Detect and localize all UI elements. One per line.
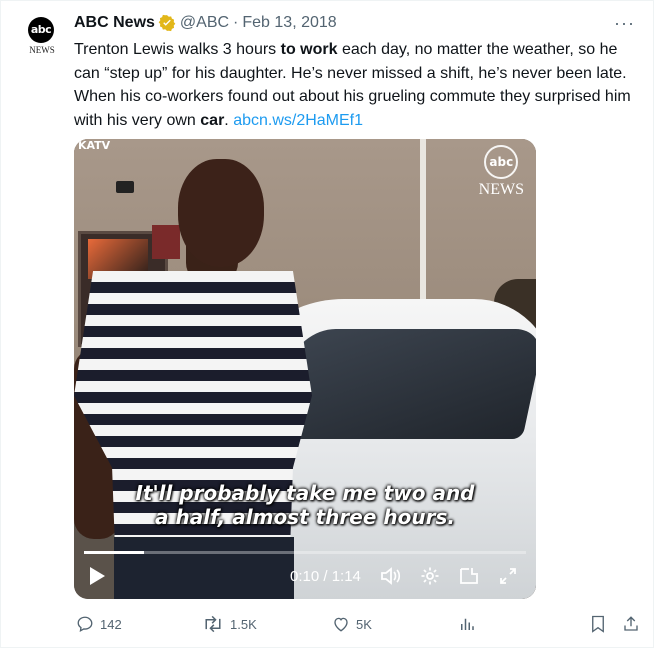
caption-line: It'll probably take me two and (135, 481, 475, 505)
tweet-text: Trenton Lewis walks 3 hours to work each… (74, 38, 634, 132)
abc-news-watermark: abc NEWS (479, 145, 524, 199)
avatar-news-text: NEWS (29, 45, 55, 55)
play-icon[interactable] (88, 565, 106, 587)
abc-watermark-logo: abc (484, 145, 519, 179)
author-name[interactable]: ABC News (74, 14, 155, 32)
reply-count: 142 (100, 616, 122, 632)
picture-in-picture-icon[interactable] (458, 565, 480, 587)
separator-dot: · (233, 14, 239, 31)
abc-logo: abc (28, 17, 54, 43)
tweet-text-part: Trenton Lewis walks 3 hours (74, 41, 281, 58)
fullscreen-icon[interactable] (498, 565, 518, 587)
video-scene-sign (152, 225, 180, 259)
video-scene-windshield (272, 329, 536, 439)
repost-count: 1.5K (230, 616, 257, 632)
share-icon (624, 616, 638, 631)
tweet-link[interactable]: abcn.ws/2HaMEf1 (233, 112, 363, 129)
more-options-icon[interactable]: ··· (614, 13, 635, 34)
katv-watermark: KATV (78, 139, 111, 152)
settings-gear-icon[interactable] (420, 565, 440, 587)
like-count: 5K (356, 616, 372, 632)
tweet-date[interactable]: Feb 13, 2018 (242, 14, 336, 32)
repost-icon (205, 615, 221, 633)
video-caption: It'll probably take me two and a half, a… (74, 481, 536, 529)
heart-icon (334, 617, 348, 632)
reply-button[interactable]: 142 (76, 609, 122, 639)
video-progress-bar[interactable] (84, 551, 526, 554)
video-scene-head (178, 159, 264, 267)
reply-icon (77, 616, 93, 632)
views-button[interactable] (458, 609, 482, 639)
video-time: 0:10 / 1:14 (290, 567, 361, 585)
tweet-header: ABC News @ABC · Feb 13, 2018 (74, 12, 337, 34)
share-button[interactable] (622, 609, 646, 639)
video-progress-fill (84, 551, 144, 554)
analytics-bars-icon (461, 618, 474, 630)
bookmark-icon (592, 615, 604, 633)
video-controls: 0:10 / 1:14 (74, 559, 536, 593)
tweet-text-bold: car (200, 111, 225, 129)
tweet-actions: 142 1.5K 5K (74, 609, 644, 639)
repost-button[interactable]: 1.5K (202, 609, 257, 639)
tweet-text-part: . (224, 111, 234, 129)
tweet-card: abc NEWS ABC News @ABC · Feb 13, 2018 ··… (0, 0, 654, 648)
tweet-text-bold: to work (280, 41, 338, 58)
avatar[interactable]: abc NEWS (22, 15, 62, 55)
video-player[interactable]: KATV abc NEWS It'll probably take me two… (74, 139, 536, 599)
like-button[interactable]: 5K (332, 609, 372, 639)
abc-watermark-text: NEWS (478, 181, 524, 198)
video-scene-lamp (116, 181, 134, 193)
bookmark-button[interactable] (590, 609, 612, 639)
caption-line: a half, almost three hours. (155, 505, 455, 529)
volume-icon[interactable] (380, 565, 402, 587)
author-handle[interactable]: @ABC (180, 14, 229, 32)
verified-badge-icon[interactable] (158, 14, 176, 32)
